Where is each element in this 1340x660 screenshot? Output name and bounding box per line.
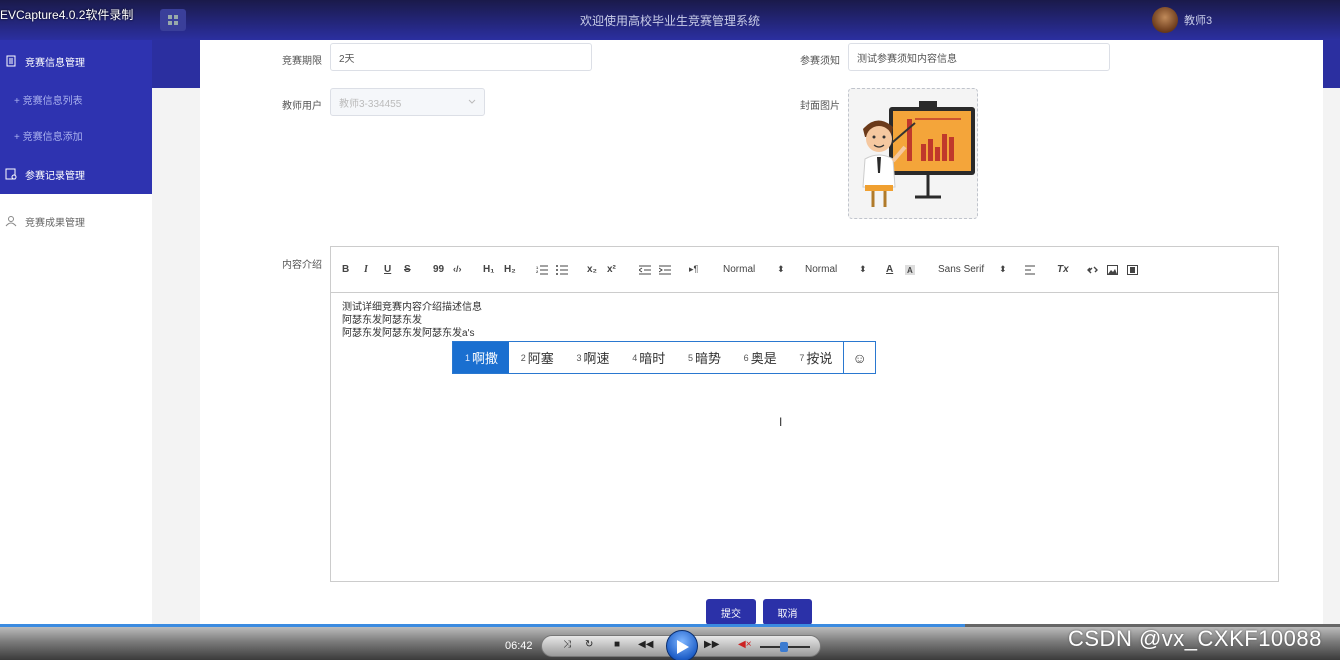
strike-button[interactable]: S: [404, 264, 411, 275]
user-name: 教师3: [1184, 15, 1213, 27]
sidebar-item-participation-records[interactable]: 参赛记录管理: [0, 162, 152, 186]
ime-candidate[interactable]: 4 暗时: [620, 342, 676, 373]
font-select[interactable]: Sans Serif: [938, 264, 984, 275]
avatar: [1152, 7, 1178, 33]
ime-candidate[interactable]: 7 按说: [787, 342, 843, 373]
sidebar: 竞赛信息管理 + 竞赛信息列表 + 竞赛信息添加 参赛记录管理 竞赛成果管理: [0, 40, 152, 624]
sidebar-item-label: 竞赛信息管理: [25, 57, 85, 69]
svg-text:2: 2: [536, 269, 539, 274]
header-select-arrows[interactable]: ⬍: [859, 264, 867, 275]
bold-button[interactable]: B: [342, 264, 349, 275]
code-button[interactable]: ‹/›: [453, 264, 462, 274]
mute-icon[interactable]: ◀×: [738, 639, 752, 650]
content-line: 阿瑟东发阿瑟东发阿瑟东发a's: [342, 328, 475, 339]
content-label: 内容介绍: [282, 260, 322, 271]
submit-button[interactable]: 提交: [706, 599, 756, 625]
rich-text-editor: B I U S 99 ‹/› H₁ H₂ 12 x₂ x² ▸¶ Normal …: [330, 246, 1279, 582]
sidebar-item-label: + 竞赛信息列表: [14, 95, 83, 107]
background-color-icon[interactable]: A: [905, 265, 915, 275]
emoji-icon[interactable]: ☺: [843, 342, 875, 373]
video-progress-fill: [0, 624, 965, 627]
video-icon[interactable]: [1127, 265, 1138, 275]
notice-input[interactable]: 测试参赛须知内容信息: [848, 43, 1110, 71]
rewind-icon[interactable]: ◀◀: [638, 639, 653, 650]
top-bar: [0, 0, 1340, 40]
outdent-icon[interactable]: [639, 265, 651, 275]
sidebar-item-competition-add[interactable]: + 竞赛信息添加: [0, 123, 152, 147]
align-icon[interactable]: [1025, 265, 1035, 275]
sidebar-item-label: 竞赛成果管理: [25, 217, 85, 229]
sidebar-item-label: + 竞赛信息添加: [14, 131, 83, 143]
clean-format-button[interactable]: Tx: [1057, 264, 1069, 275]
italic-button[interactable]: I: [364, 264, 368, 275]
ordered-list-icon[interactable]: 12: [536, 265, 548, 275]
document-icon: [6, 55, 16, 67]
editor-content[interactable]: 测试详细竞赛内容介绍描述信息 阿瑟东发阿瑟东发 阿瑟东发阿瑟东发阿瑟东发a's: [342, 301, 482, 340]
screen: { "recorder": {"title": "EVCapture4.0.2软…: [0, 0, 1340, 660]
font-select-arrows[interactable]: ⬍: [999, 264, 1007, 275]
bullet-list-icon[interactable]: [556, 265, 568, 275]
grid-icon: [168, 15, 178, 25]
size-select[interactable]: Normal: [723, 264, 755, 275]
link-icon[interactable]: [1087, 265, 1098, 275]
records-icon: [5, 168, 17, 180]
sidebar-item-label: 参赛记录管理: [25, 170, 85, 182]
menu-toggle-button[interactable]: [160, 9, 186, 31]
user-icon: [5, 216, 17, 227]
cover-label: 封面图片: [800, 101, 840, 112]
editor-toolbar: B I U S 99 ‹/› H₁ H₂ 12 x₂ x² ▸¶ Normal …: [331, 247, 1278, 293]
fast-forward-icon[interactable]: ▶▶: [704, 639, 719, 650]
ime-candidate[interactable]: 1 啊撒: [453, 342, 509, 373]
stop-icon[interactable]: ■: [614, 639, 620, 650]
period-value: 2天: [339, 53, 355, 65]
text-color-button[interactable]: A: [886, 264, 893, 275]
subscript-button[interactable]: x₂: [587, 264, 597, 275]
svg-text:A: A: [907, 266, 913, 275]
text-direction-button[interactable]: ▸¶: [689, 264, 698, 275]
play-button[interactable]: [666, 630, 698, 660]
quote-button[interactable]: 99: [433, 264, 444, 275]
teacher-presentation-image: [862, 101, 975, 207]
watermark: CSDN @vx_CXKF10088: [1068, 626, 1322, 651]
notice-label: 参赛须知: [800, 56, 840, 67]
content-line: 阿瑟东发阿瑟东发: [342, 315, 422, 326]
image-icon[interactable]: [1107, 265, 1118, 275]
sidebar-item-competition-list[interactable]: + 竞赛信息列表: [0, 87, 152, 111]
shuffle-icon[interactable]: ⤨: [563, 639, 571, 650]
underline-button[interactable]: U: [384, 264, 391, 275]
h2-button[interactable]: H₂: [504, 264, 516, 275]
cover-image-upload[interactable]: [848, 88, 978, 219]
sidebar-item-achievements[interactable]: 竞赛成果管理: [0, 209, 152, 233]
user-menu[interactable]: 教师3: [1152, 7, 1212, 33]
header-select[interactable]: Normal: [805, 264, 837, 275]
size-select-arrows[interactable]: ⬍: [777, 264, 785, 275]
cancel-button[interactable]: 取消: [763, 599, 812, 625]
teacher-label: 教师用户: [282, 101, 322, 112]
content-line: 测试详细竞赛内容介绍描述信息: [342, 302, 482, 313]
period-label: 竞赛期限: [282, 56, 322, 67]
video-time: 06:42: [505, 640, 533, 652]
ime-candidate[interactable]: 3 啊速: [564, 342, 620, 373]
sidebar-item-competition-info[interactable]: 竞赛信息管理: [0, 49, 152, 73]
notice-value: 测试参赛须知内容信息: [857, 53, 957, 65]
teacher-value: 教师3-334455: [339, 98, 402, 110]
teacher-select[interactable]: 教师3-334455: [330, 88, 485, 116]
ime-candidate[interactable]: 2 阿塞: [509, 342, 565, 373]
period-input[interactable]: 2天: [330, 43, 592, 71]
play-icon: [677, 640, 689, 654]
repeat-icon[interactable]: ↻: [585, 639, 593, 650]
ime-candidate[interactable]: 5 暗势: [676, 342, 732, 373]
volume-knob[interactable]: [780, 642, 788, 652]
recorder-title: EVCapture4.0.2软件录制: [0, 8, 134, 22]
chevron-down-icon: [468, 99, 476, 104]
indent-icon[interactable]: [659, 265, 671, 275]
ime-candidate-bar: 1 啊撒 2 阿塞 3 啊速 4 暗时 5 暗势 6 奥是 7 按说 ☺: [452, 341, 876, 374]
ime-candidate[interactable]: 6 奥是: [732, 342, 788, 373]
h1-button[interactable]: H₁: [483, 264, 494, 275]
text-cursor-icon: I: [779, 415, 783, 429]
volume-slider[interactable]: [760, 642, 810, 652]
superscript-button[interactable]: x²: [607, 264, 616, 275]
